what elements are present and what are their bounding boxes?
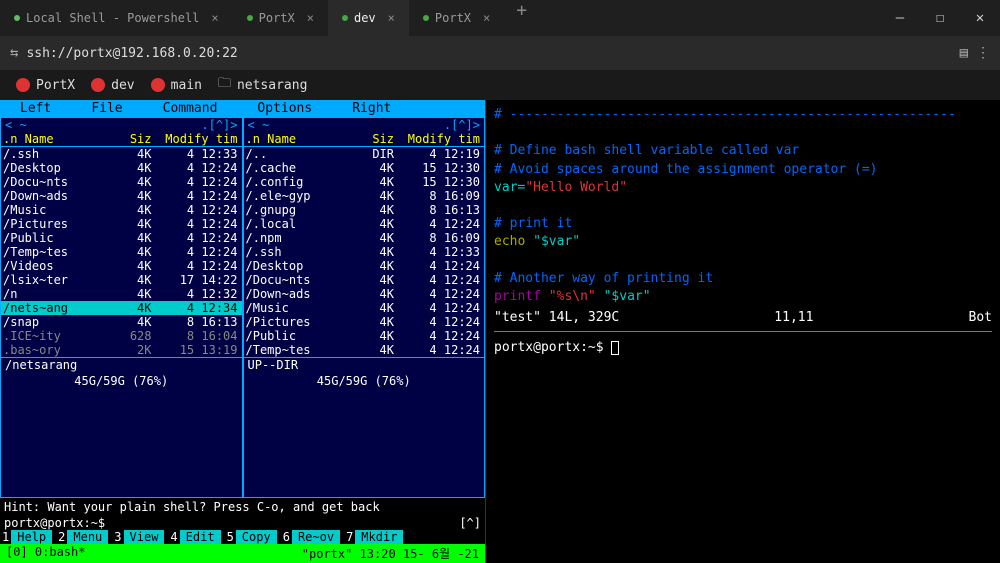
file-row[interactable]: /Temp~tes4K4 12:24 (1, 245, 242, 259)
session-dev[interactable]: dev (91, 78, 134, 93)
mc-menu-options[interactable]: Options (237, 101, 332, 116)
close-icon[interactable]: × (388, 11, 395, 25)
close-icon[interactable]: × (307, 11, 314, 25)
titlebar: Local Shell - Powershell× PortX× dev× Po… (0, 0, 1000, 36)
address-bar: ⇆ ssh://portx@192.168.0.20:22 ▤ ⋮ (0, 36, 1000, 70)
file-row[interactable]: /.ssh4K4 12:33 (1, 147, 242, 161)
close-button[interactable]: ✕ (960, 0, 1000, 36)
red-circle-icon (151, 78, 165, 92)
panel-stat: 45G/59G (76%) (1, 372, 242, 390)
window-controls: — ☐ ✕ (880, 0, 1000, 36)
address-text[interactable]: ssh://portx@192.168.0.20:22 (26, 46, 237, 61)
menu-icon[interactable]: ⋮ (976, 45, 990, 61)
red-circle-icon (91, 78, 105, 92)
editor-pane[interactable]: # --------------------------------------… (485, 100, 1000, 563)
file-row[interactable]: /.ele~gyp4K8 16:09 (244, 189, 485, 203)
status-dot-icon (342, 15, 348, 21)
mc-panel-left[interactable]: < ~.[^]> .n NameSizModify tim /.ssh4K4 1… (0, 117, 243, 498)
session-tabs: PortX dev main 🗀netsarang (0, 70, 1000, 100)
file-row[interactable]: /.ssh4K4 12:33 (244, 245, 485, 259)
file-row[interactable]: /Pictures4K4 12:24 (1, 217, 242, 231)
mc-menu-left[interactable]: Left (0, 101, 71, 116)
mc-hint: Hint: Want your plain shell? Press C-o, … (0, 498, 485, 516)
tab-dev[interactable]: dev× (328, 0, 409, 36)
pane-divider (494, 331, 992, 332)
tab-powershell[interactable]: Local Shell - Powershell× (0, 0, 233, 36)
file-row[interactable]: /Down~ads4K4 12:24 (1, 189, 242, 203)
panel-stat: 45G/59G (76%) (244, 372, 485, 390)
session-portx[interactable]: PortX (16, 78, 75, 93)
mc-menu-right[interactable]: Right (332, 101, 411, 116)
file-row[interactable]: /nets~ang4K4 12:34 (1, 301, 242, 315)
tab-portx-2[interactable]: PortX× (409, 0, 504, 36)
ssh-icon: ⇆ (10, 45, 18, 61)
file-row[interactable]: /Docu~nts4K4 12:24 (244, 273, 485, 287)
fn-key-4[interactable]: 4Edit (168, 530, 224, 544)
file-row[interactable]: .ICE~ity6288 16:04 (1, 329, 242, 343)
content-area: Left File Command Options Right < ~.[^]>… (0, 100, 1000, 563)
file-row[interactable]: /Temp~tes4K4 12:24 (244, 343, 485, 357)
close-icon[interactable]: × (483, 11, 490, 25)
panel-footer: /netsarang (1, 357, 242, 372)
file-row[interactable]: /n4K4 12:32 (1, 287, 242, 301)
panel-footer: UP--DIR (244, 357, 485, 372)
file-row[interactable]: /.gnupg4K8 16:13 (244, 203, 485, 217)
fn-key-3[interactable]: 3View (112, 530, 168, 544)
shell-prompt[interactable]: portx@portx:~$ (494, 340, 992, 355)
file-row[interactable]: /.local4K4 12:24 (244, 217, 485, 231)
file-row[interactable]: /Down~ads4K4 12:24 (244, 287, 485, 301)
file-row[interactable]: /Music4K4 12:24 (244, 301, 485, 315)
file-row[interactable]: /Music4K4 12:24 (1, 203, 242, 217)
file-row[interactable]: /Videos4K4 12:24 (1, 259, 242, 273)
file-row[interactable]: /Public4K4 12:24 (1, 231, 242, 245)
mc-prompt[interactable]: portx@portx:~$[^] (0, 516, 485, 530)
fn-key-6[interactable]: 6Re~ov (281, 530, 344, 544)
app-tabs: Local Shell - Powershell× PortX× dev× Po… (0, 0, 880, 36)
split-icon[interactable]: ▤ (960, 45, 968, 61)
file-row[interactable]: /snap4K8 16:13 (1, 315, 242, 329)
file-row[interactable]: /.npm4K8 16:09 (244, 231, 485, 245)
file-row[interactable]: .bas~ory2K15 13:19 (1, 343, 242, 357)
file-row[interactable]: /Docu~nts4K4 12:24 (1, 175, 242, 189)
file-row[interactable]: /..DIR4 12:19 (244, 147, 485, 161)
cursor-icon (611, 341, 619, 355)
status-dot-icon (423, 15, 429, 21)
mc-menu-file[interactable]: File (71, 101, 142, 116)
tmux-status: [0] 0:bash*"portx" 13:20 15- 6월 -21 (0, 544, 485, 563)
status-dot-icon (14, 15, 20, 21)
file-row[interactable]: /.config4K15 12:30 (244, 175, 485, 189)
session-netsarang[interactable]: 🗀netsarang (218, 74, 307, 96)
status-dot-icon (247, 15, 253, 21)
close-icon[interactable]: × (211, 11, 218, 25)
file-row[interactable]: /.cache4K15 12:30 (244, 161, 485, 175)
fn-key-7[interactable]: 7Mkdir (344, 530, 407, 544)
file-row[interactable]: /Desktop4K4 12:24 (1, 161, 242, 175)
mc-pane: Left File Command Options Right < ~.[^]>… (0, 100, 485, 563)
vim-status: "test" 14L, 329C11,11Bot (494, 310, 992, 325)
mc-panels: < ~.[^]> .n NameSizModify tim /.ssh4K4 1… (0, 117, 485, 498)
minimize-button[interactable]: — (880, 0, 920, 36)
mc-panel-right[interactable]: < ~.[^]> .n NameSizModify tim /..DIR4 12… (243, 117, 486, 498)
fn-key-1[interactable]: 1Help (0, 530, 56, 544)
mc-menu-command[interactable]: Command (143, 101, 238, 116)
mc-fn-keys: 1Help2Menu3View4Edit5Copy6Re~ov7Mkdir (0, 530, 485, 544)
red-circle-icon (16, 78, 30, 92)
fn-key-2[interactable]: 2Menu (56, 530, 112, 544)
fn-key-5[interactable]: 5Copy (225, 530, 281, 544)
tab-portx-1[interactable]: PortX× (233, 0, 328, 36)
add-tab-button[interactable]: + (504, 0, 539, 36)
file-row[interactable]: /Pictures4K4 12:24 (244, 315, 485, 329)
maximize-button[interactable]: ☐ (920, 0, 960, 36)
file-row[interactable]: /Desktop4K4 12:24 (244, 259, 485, 273)
mc-menu[interactable]: Left File Command Options Right (0, 100, 485, 117)
folder-icon: 🗀 (218, 74, 231, 96)
file-row[interactable]: /Public4K4 12:24 (244, 329, 485, 343)
file-row[interactable]: /lsix~ter4K17 14:22 (1, 273, 242, 287)
session-main[interactable]: main (151, 78, 202, 93)
